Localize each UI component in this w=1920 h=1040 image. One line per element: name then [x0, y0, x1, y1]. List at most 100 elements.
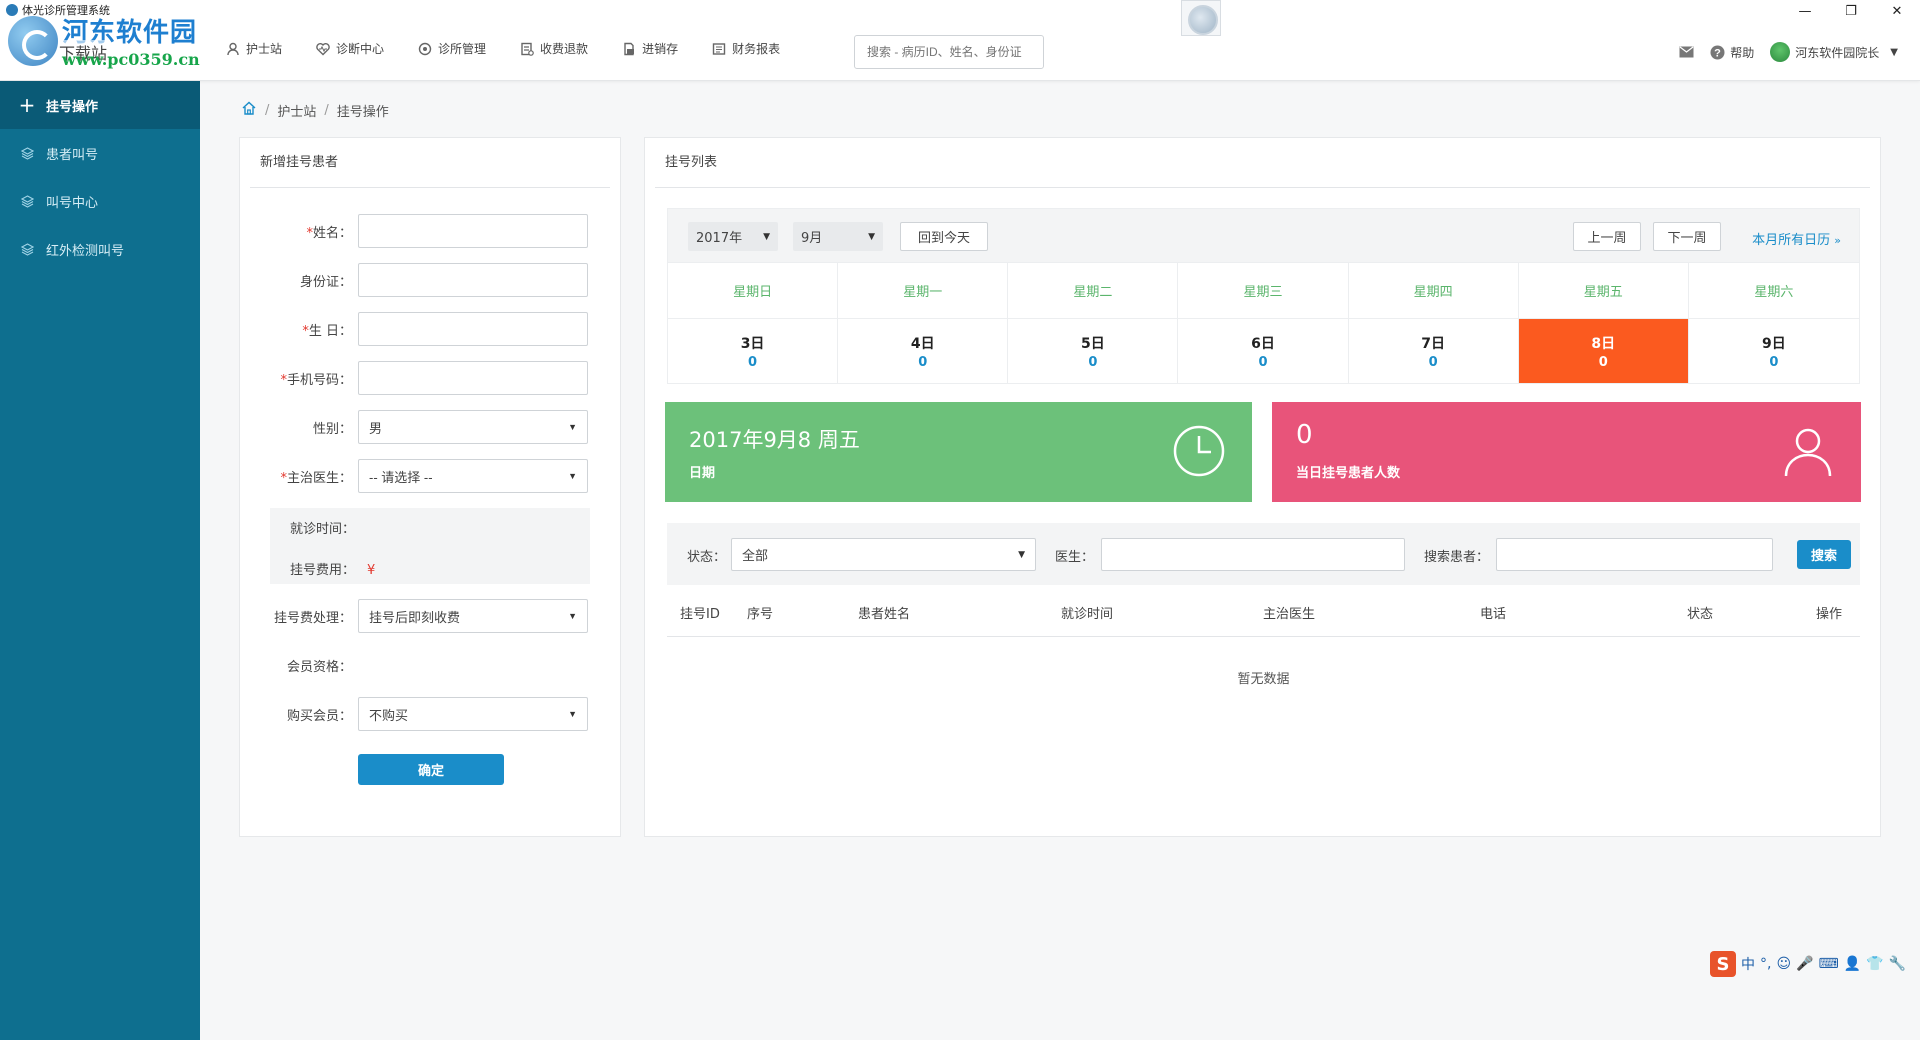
doctor-filter-label: 医生： — [1055, 550, 1095, 565]
calendar-day[interactable]: 5日 0 — [1008, 319, 1179, 383]
new-registration-panel: 新增挂号患者 *姓名： 身份证： *生 日： *手机号码： 性别： 男 ▼ *主治… — [239, 137, 621, 837]
close-button[interactable]: ✕ — [1874, 0, 1920, 22]
year-value: 2017年 — [696, 231, 743, 246]
sidebar-item-call-center[interactable]: 叫号中心 — [0, 177, 200, 225]
mail-button[interactable] — [1679, 46, 1694, 58]
nav-label: 收费退款 — [540, 42, 589, 56]
name-input[interactable] — [358, 214, 588, 248]
weekday-label: 星期四 — [1349, 263, 1519, 318]
status-select[interactable]: 全部 ▼ — [731, 538, 1036, 571]
table-header: 挂号ID 序号 患者姓名 就诊时间 主治医生 电话 状态 操作 — [667, 585, 1860, 637]
gender-select[interactable]: 男 ▼ — [358, 410, 588, 444]
restore-button[interactable]: ❐ — [1828, 0, 1874, 22]
buy-member-select[interactable]: 不购买 ▼ — [358, 697, 588, 731]
ime-user-icon[interactable]: 👤 — [1844, 956, 1861, 972]
date-card-label: 日期 — [689, 466, 716, 481]
ime-toolbar: S 中 °, ☺ 🎤 ⌨ 👤 👕 🔧 — [1710, 951, 1920, 977]
help-button[interactable]: ? 帮助 — [1710, 44, 1754, 61]
column-header: 操作 — [1816, 607, 1843, 622]
nav-diagnosis[interactable]: 诊断中心 — [316, 40, 384, 57]
svg-text:?: ? — [1714, 47, 1721, 59]
caret-down-icon: ▼ — [568, 422, 577, 432]
fee-handling-select[interactable]: 挂号后即刻收费 ▼ — [358, 599, 588, 633]
birthday-input[interactable] — [358, 312, 588, 346]
member-label: 会员资格： — [286, 659, 352, 675]
calendar-day[interactable]: 7日 0 — [1349, 319, 1519, 383]
home-icon[interactable] — [241, 100, 257, 120]
day-number: 3日 — [740, 335, 765, 352]
status-value: 全部 — [742, 549, 769, 564]
sidebar-item-label: 红外检测叫号 — [46, 243, 125, 259]
column-header: 患者姓名 — [858, 607, 911, 622]
report-icon — [712, 42, 726, 56]
gender-value: 男 — [369, 420, 383, 436]
birthday-label: 生 日： — [308, 323, 352, 339]
nav-clinic-management[interactable]: 诊所管理 — [418, 40, 486, 57]
confirm-button[interactable]: 确定 — [358, 754, 504, 785]
month-select[interactable]: 9月 ▼ — [793, 222, 883, 251]
ime-logo-icon[interactable]: S — [1710, 951, 1736, 977]
logo-mark-icon — [8, 16, 58, 66]
next-week-button[interactable]: 下一周 — [1653, 222, 1721, 251]
caret-down-icon: ▼ — [763, 231, 770, 242]
help-icon: ? — [1710, 45, 1725, 59]
calendar-day[interactable]: 4日 0 — [838, 319, 1009, 383]
column-header: 主治医生 — [1263, 607, 1316, 622]
caret-down-icon: ▼ — [568, 709, 577, 719]
doctor-filter-input[interactable] — [1101, 538, 1405, 571]
nav-label: 诊断中心 — [336, 42, 385, 56]
phone-input[interactable] — [358, 361, 588, 395]
caret-down-icon: ▼ — [568, 611, 577, 621]
clock-icon — [1173, 425, 1225, 477]
weekday-label: 星期二 — [1008, 263, 1179, 318]
day-number: 6日 — [1251, 335, 1275, 352]
ime-keyboard-icon[interactable]: ⌨ — [1819, 956, 1839, 972]
calendar-day[interactable]: 6日 0 — [1178, 319, 1349, 383]
gear-icon — [418, 42, 432, 56]
user-menu[interactable]: 河东软件园院长 ▼ — [1770, 42, 1898, 62]
ime-punctuation-icon[interactable]: °, — [1760, 956, 1771, 972]
breadcrumb: / 护士站 / 挂号操作 — [241, 100, 389, 120]
breadcrumb-nurse-station[interactable]: 护士站 — [277, 101, 316, 120]
breadcrumb-separator: / — [265, 102, 270, 118]
search-button[interactable]: 搜索 — [1797, 540, 1851, 569]
minimize-button[interactable]: — — [1782, 0, 1828, 22]
ime-emoji-icon[interactable]: ☺ — [1776, 956, 1791, 972]
ime-chinese-toggle[interactable]: 中 — [1741, 954, 1755, 974]
month-calendar-label: 本月所有日历 — [1752, 233, 1831, 248]
weekday-label: 星期五 — [1519, 263, 1689, 318]
box-icon — [622, 42, 636, 56]
nav-finance-report[interactable]: 财务报表 — [712, 40, 780, 57]
day-count: 0 — [1088, 354, 1098, 370]
doctor-select[interactable]: -- 请选择 -- ▼ — [358, 459, 588, 493]
nav-charge-refund[interactable]: 收费退款 — [520, 40, 588, 57]
nav-inventory[interactable]: 进销存 — [622, 40, 678, 57]
nav-label: 诊所管理 — [438, 42, 487, 56]
week-calendar: 星期日 星期一 星期二 星期三 星期四 星期五 星期六 3日 0 4日 0 5日 0 … — [667, 262, 1860, 384]
caret-down-icon: ▼ — [1018, 549, 1025, 560]
form-row-birthday: *生 日： — [240, 312, 620, 346]
nav-nurse-station[interactable]: 护士站 — [226, 40, 282, 57]
today-button[interactable]: 回到今天 — [900, 222, 988, 251]
ime-voice-icon[interactable]: 🎤 — [1796, 956, 1813, 972]
year-select[interactable]: 2017年 ▼ — [688, 222, 778, 251]
patient-search-input[interactable] — [1496, 538, 1773, 571]
ime-skin-icon[interactable]: 👕 — [1866, 956, 1883, 972]
logo: 河东软件园 下载站 www.pc0359.cn — [4, 12, 204, 70]
ime-settings-icon[interactable]: 🔧 — [1889, 956, 1906, 972]
day-count: 0 — [1769, 354, 1779, 370]
doctor-value: -- 请选择 -- — [369, 469, 433, 485]
breadcrumb-current: 挂号操作 — [336, 104, 389, 120]
calendar-day-today[interactable]: 8日 0 — [1518, 319, 1689, 383]
calendar-day[interactable]: 9日 0 — [1689, 319, 1859, 383]
idcard-input[interactable] — [358, 263, 588, 297]
sidebar-item-patient-call[interactable]: 患者叫号 — [0, 129, 200, 177]
patient-count-label: 当日挂号患者人数 — [1296, 466, 1401, 481]
phone-label: 手机号码： — [286, 372, 352, 388]
calendar-day[interactable]: 3日 0 — [668, 319, 839, 383]
sidebar-item-infrared-call[interactable]: 红外检测叫号 — [0, 225, 200, 273]
global-search-input[interactable] — [854, 35, 1044, 69]
sidebar-item-registration[interactable]: + 挂号操作 — [0, 81, 200, 129]
month-calendar-link[interactable]: 本月所有日历 » — [1752, 229, 1841, 248]
prev-week-button[interactable]: 上一周 — [1573, 222, 1641, 251]
